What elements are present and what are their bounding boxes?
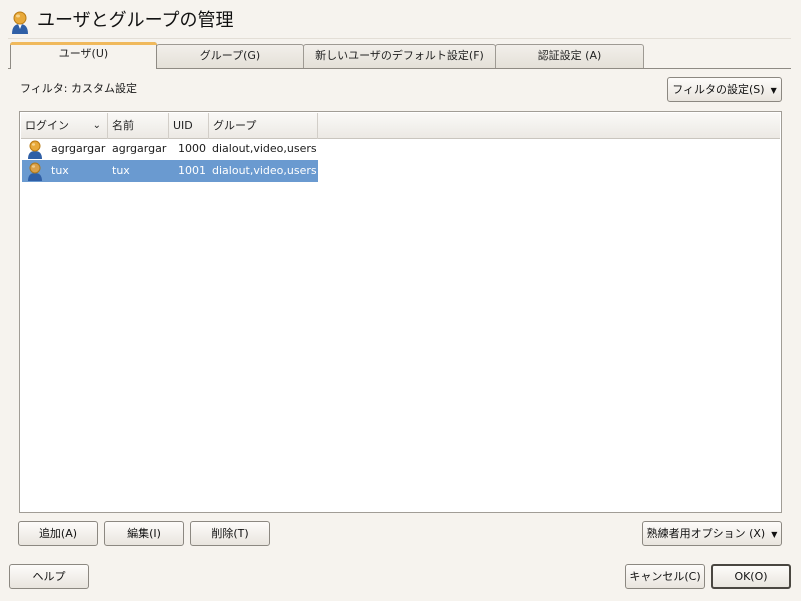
cell-uid: 1001 [178,164,206,177]
help-button[interactable]: ヘルプ [9,564,89,589]
column-header-groups[interactable]: グループ [209,113,318,139]
cell-login: tux [51,164,69,177]
tab-authentication-label: 認証設定 (A) [537,49,602,62]
table-header-filler [318,113,780,139]
cell-groups: dialout,video,users [212,164,317,177]
edit-button-label: 編集(I) [127,527,161,540]
expert-options-button[interactable]: 熟練者用オプション (X) ▼ [642,521,782,546]
expert-options-label: 熟練者用オプション (X) [646,527,766,540]
cell-groups: dialout,video,users [212,142,317,155]
cell-name: tux [112,164,130,177]
cell-login: agrgargar [51,142,106,155]
tab-groups[interactable]: グループ(G) [156,44,304,68]
delete-button-label: 削除(T) [211,527,249,540]
title-divider [8,38,791,39]
filter-settings-label: フィルタの設定(S) [672,83,765,96]
tab-users[interactable]: ユーザ(U) [10,42,157,69]
user-icon [28,162,42,181]
ok-button[interactable]: OK(O) [711,564,791,589]
column-groups-label: グループ [213,119,257,132]
tab-new-user-defaults-label: 新しいユーザのデフォルト設定(F) [315,49,484,62]
tab-new-user-defaults[interactable]: 新しいユーザのデフォルト設定(F) [303,44,496,68]
cancel-button[interactable]: キャンセル(C) [625,564,705,589]
active-tab-joint [11,68,155,69]
tab-groups-label: グループ(G) [199,49,261,62]
cell-name: agrgargar [112,142,167,155]
table-header: ログイン ⌄ 名前 UID グループ [21,113,318,139]
column-header-login[interactable]: ログイン ⌄ [21,113,108,139]
window-title: ユーザとグループの管理 [37,10,234,31]
column-header-name[interactable]: 名前 [108,113,169,139]
edit-button[interactable]: 編集(I) [104,521,184,546]
cell-uid: 1000 [178,142,206,155]
tab-authentication[interactable]: 認証設定 (A) [495,44,644,68]
dropdown-arrow-icon: ▼ [770,85,777,95]
help-button-label: ヘルプ [32,570,66,583]
user-icon [28,140,42,159]
cancel-button-label: キャンセル(C) [629,570,701,583]
column-uid-label: UID [173,119,193,132]
sort-descending-icon: ⌄ [92,120,101,131]
filter-label: フィルタ: カスタム設定 [20,82,137,95]
column-header-uid[interactable]: UID [169,113,209,139]
users-table[interactable]: ログイン ⌄ 名前 UID グループ agrgargar agrgargar 1… [19,111,782,513]
add-button-label: 追加(A) [38,527,78,540]
ok-button-label: OK(O) [734,570,768,583]
add-button[interactable]: 追加(A) [18,521,98,546]
column-name-label: 名前 [112,119,134,132]
delete-button[interactable]: 削除(T) [190,521,270,546]
column-login-label: ログイン [25,119,69,132]
table-row[interactable]: agrgargar agrgargar 1000 dialout,video,u… [22,138,318,160]
filter-settings-button[interactable]: フィルタの設定(S) ▼ [667,77,782,102]
user-group-icon [12,11,28,34]
table-row-selected[interactable]: tux tux 1001 dialout,video,users [22,160,318,182]
dropdown-arrow-icon: ▼ [771,529,778,539]
tab-users-label: ユーザ(U) [58,47,109,60]
